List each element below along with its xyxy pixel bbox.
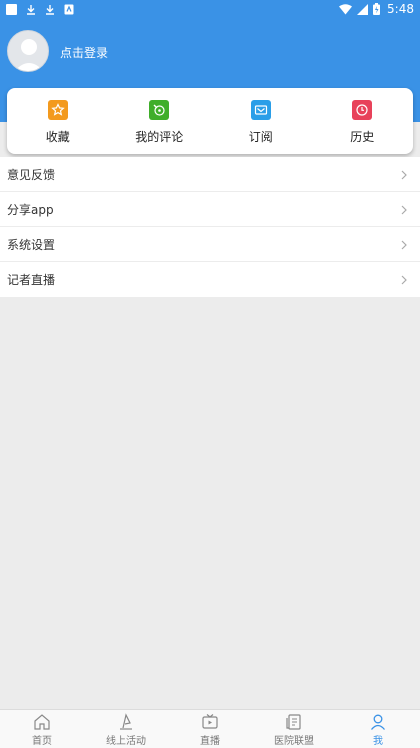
nav-item-home[interactable]: 首页 [0,710,84,748]
quick-actions-card: 收藏 我的评论 订阅 历史 [7,88,413,154]
nav-item-online-activities[interactable]: 线上活动 [84,710,168,748]
chevron-right-icon [401,170,407,180]
menu-item-reporter-live[interactable]: 记者直播 [0,262,420,297]
quick-action-label: 历史 [350,130,375,144]
quick-action-favorites[interactable]: 收藏 [7,88,109,154]
flag-icon [120,713,132,730]
comment-icon [149,100,170,120]
default-avatar-icon [14,39,44,71]
profile-icon [370,714,386,730]
nav-item-hospital-alliance[interactable]: 医院联盟 [252,710,336,748]
quick-action-label: 收藏 [45,130,70,144]
chevron-right-icon [401,240,407,250]
quick-action-comments[interactable]: 我的评论 [109,88,211,154]
nav-label: 医院联盟 [274,736,314,747]
menu-item-label: 意见反馈 [7,167,56,182]
nav-label: 线上活动 [106,736,146,747]
quick-action-label: 订阅 [248,130,273,144]
menu-item-feedback[interactable]: 意见反馈 [0,157,420,192]
wifi-icon [339,3,353,14]
quick-action-history[interactable]: 历史 [312,88,414,154]
menu-item-label: 分享app [7,202,54,217]
battery-icon [373,3,381,15]
mail-icon [250,100,271,120]
tv-icon [202,714,218,729]
quick-action-label: 我的评论 [135,130,184,144]
nav-item-me[interactable]: 我 [336,710,420,748]
download-icon [46,4,54,15]
notification-square-icon [6,3,17,15]
chevron-right-icon [401,275,407,285]
quick-action-subscribe[interactable]: 订阅 [210,88,312,154]
nav-label: 我 [373,736,383,747]
login-link[interactable]: 点击登录 [60,44,108,61]
nav-item-live[interactable]: 直播 [168,710,252,748]
status-time: 5:48 [387,2,414,16]
nav-label: 直播 [200,736,220,747]
app-icon [64,4,74,14]
star-icon [47,100,68,120]
clock-icon [352,100,373,120]
chevron-right-icon [401,205,407,215]
hospital-icon [286,714,301,730]
nav-label: 首页 [32,736,52,747]
menu-item-share-app[interactable]: 分享app [0,192,420,227]
signal-icon [357,3,369,15]
menu-item-settings[interactable]: 系统设置 [0,227,420,262]
status-bar: 5:48 [0,0,420,18]
menu-item-label: 系统设置 [7,237,56,252]
bottom-nav: 首页 线上活动 直播 医院联盟 我 [0,709,420,748]
menu-item-label: 记者直播 [7,273,56,287]
settings-menu: 意见反馈 分享app 系统设置 记者直播 [0,157,420,297]
avatar[interactable] [7,30,49,72]
download-icon [27,4,35,15]
home-icon [34,714,50,730]
